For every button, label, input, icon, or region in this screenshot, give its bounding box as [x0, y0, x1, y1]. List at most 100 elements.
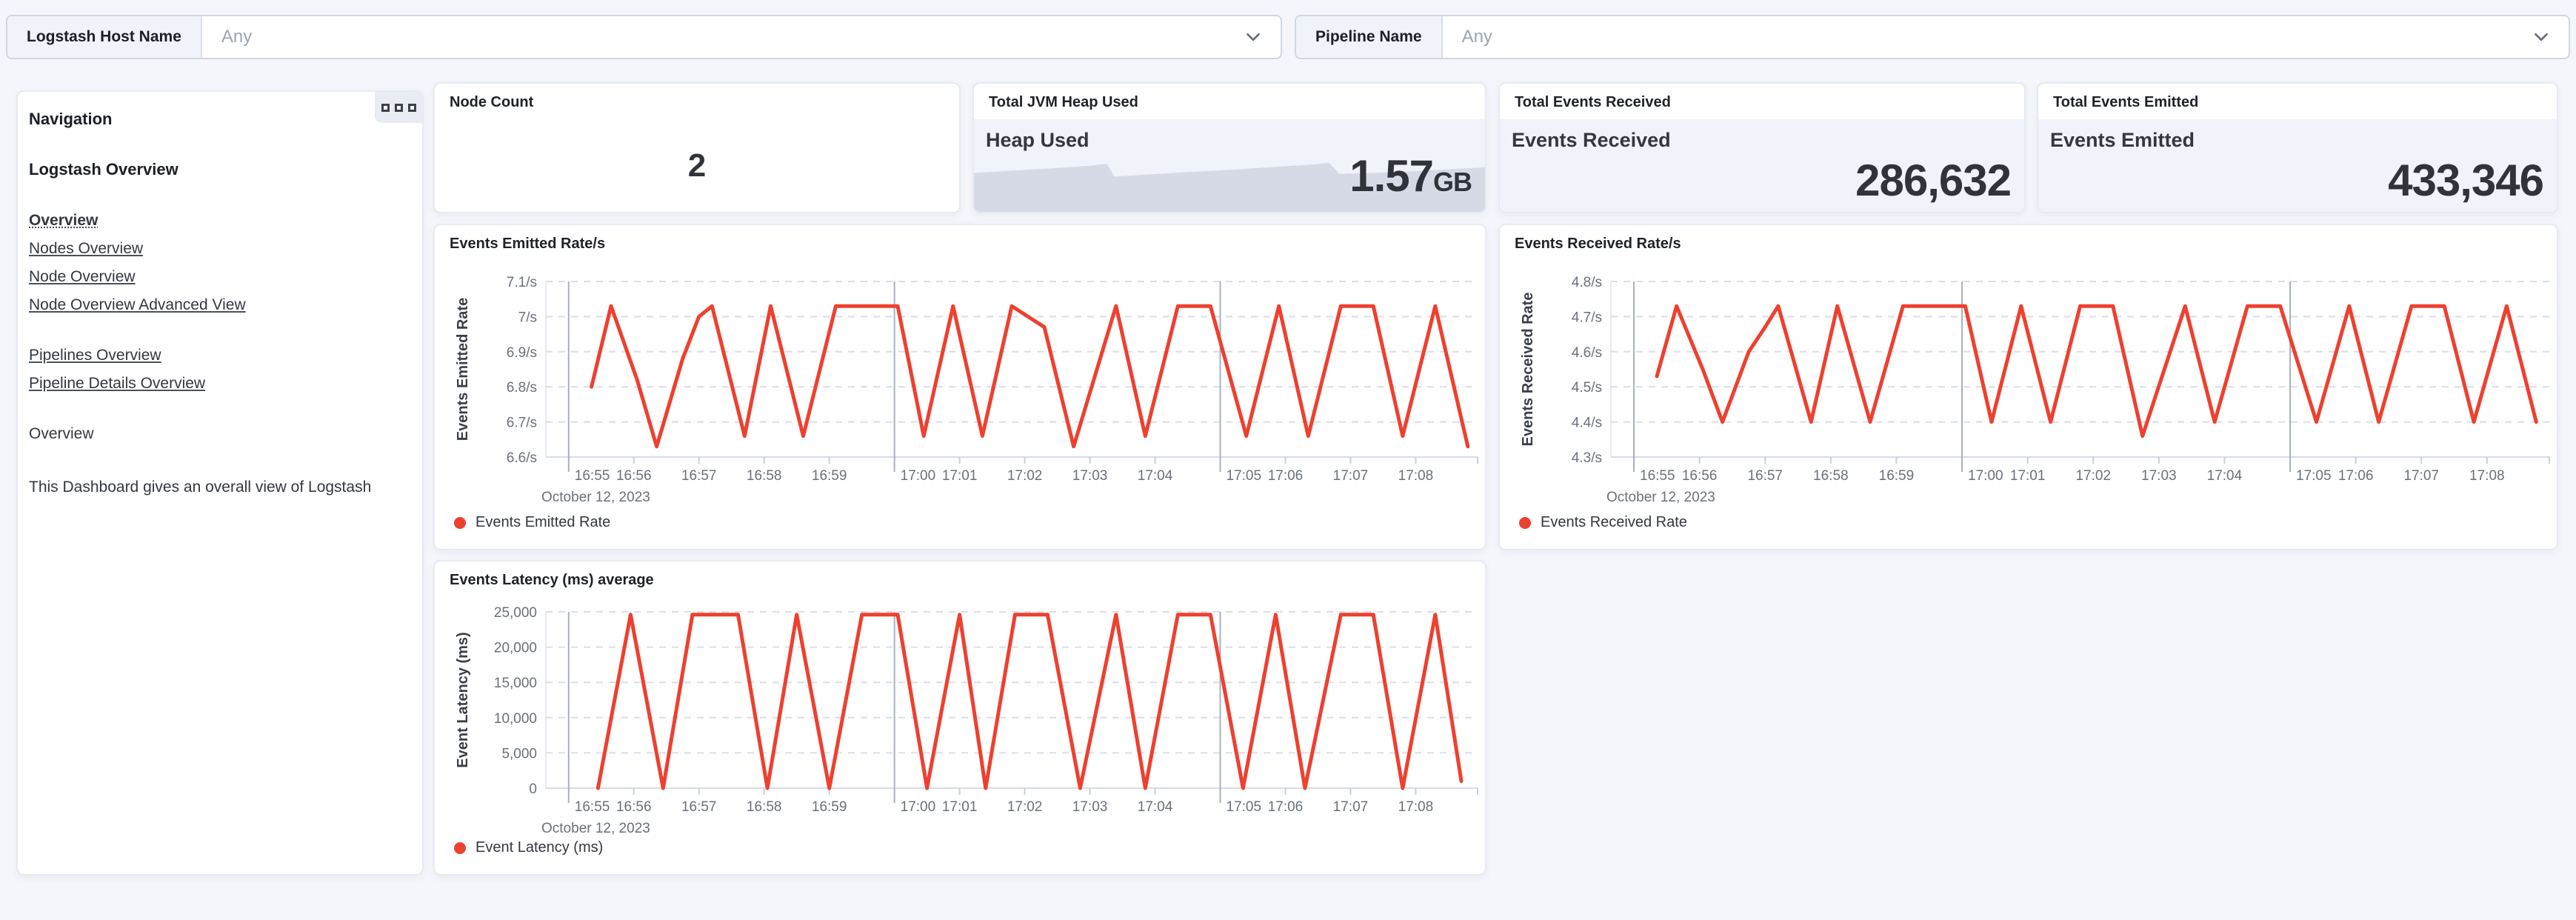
- svg-text:17:02: 17:02: [1007, 468, 1043, 484]
- nav-link-node-overview[interactable]: Node Overview: [29, 268, 136, 286]
- panel-title: Node Count: [450, 94, 534, 110]
- nav-link-overview[interactable]: Overview: [29, 212, 98, 230]
- svg-text:17:08: 17:08: [2469, 468, 2505, 484]
- panel-title: Events Emitted Rate/s: [450, 236, 606, 252]
- events-latency-chart-panel: Events Latency (ms) average 25,000 20,000…: [433, 560, 1486, 876]
- nav-link-pipelines-overview[interactable]: Pipelines Overview: [29, 347, 161, 364]
- events-emitted-rate-chart-panel: Events Emitted Rate/s 7.1/s 7/s 6.9/s 6.8/s…: [433, 224, 1486, 550]
- nav-section-title: Logstash Overview: [29, 160, 178, 179]
- events-emitted-rate-chart[interactable]: 7.1/s 7/s 6.9/s 6.8/s 6.7/s 6.6/s 16:55 16:56 16…: [435, 225, 1485, 549]
- panel-title: Total Events Received: [1515, 94, 1671, 110]
- panel-title: Events Received Rate/s: [1515, 236, 1681, 252]
- events-received-rate-chart[interactable]: 4.8/s 4.7/s 4.6/s 4.5/s 4.4/s 4.3/s 16:55 16:56…: [1500, 225, 2557, 549]
- svg-text:17:02: 17:02: [2075, 468, 2111, 484]
- panel-title: Events Latency (ms) average: [450, 572, 654, 588]
- jvm-heap-metric: Heap Used 1.57GB: [974, 119, 1485, 212]
- svg-text:4.6/s: 4.6/s: [1572, 345, 1602, 361]
- svg-text:6.8/s: 6.8/s: [507, 380, 537, 396]
- svg-text:17:08: 17:08: [1398, 799, 1434, 815]
- legend-dot-icon: [454, 841, 466, 854]
- svg-text:17:05: 17:05: [1227, 799, 1262, 815]
- svg-text:16:55: 16:55: [575, 468, 610, 484]
- node-count-panel: Node Count 2: [433, 82, 961, 213]
- svg-text:16:57: 16:57: [681, 468, 717, 484]
- svg-text:17:04: 17:04: [1138, 468, 1173, 484]
- filter-label: Pipeline Name: [1296, 16, 1443, 58]
- svg-text:4.5/s: 4.5/s: [1572, 380, 1602, 396]
- legend-label: Events Received Rate: [1541, 514, 1687, 530]
- chevron-down-icon: [2530, 16, 2569, 58]
- svg-text:17:05: 17:05: [1227, 468, 1262, 484]
- svg-text:4.4/s: 4.4/s: [1572, 416, 1602, 431]
- jvm-heap-panel: Total JVM Heap Used Heap Used 1.57GB: [972, 82, 1486, 213]
- svg-text:17:02: 17:02: [1007, 799, 1043, 815]
- svg-text:17:06: 17:06: [1268, 468, 1304, 484]
- legend-item-event-latency[interactable]: Event Latency (ms): [454, 839, 603, 856]
- boxes-horizontal-icon: [381, 103, 390, 112]
- legend-label: Events Emitted Rate: [476, 514, 611, 530]
- panel-options-button[interactable]: [375, 92, 422, 123]
- svg-text:16:56: 16:56: [1682, 468, 1718, 484]
- svg-text:17:07: 17:07: [1333, 468, 1369, 484]
- svg-text:17:00: 17:00: [901, 799, 936, 815]
- heap-used-unit: GB: [1433, 167, 1472, 197]
- filter-pipeline-name[interactable]: Pipeline Name Any: [1295, 15, 2570, 59]
- svg-text:17:06: 17:06: [1268, 799, 1304, 815]
- events-received-value: 286,632: [1855, 156, 2012, 205]
- svg-text:7/s: 7/s: [518, 310, 537, 325]
- svg-text:4.8/s: 4.8/s: [1572, 275, 1602, 290]
- svg-text:16:56: 16:56: [616, 468, 652, 484]
- svg-text:10,000: 10,000: [494, 711, 537, 727]
- nav-description: This Dashboard gives an overall view of …: [29, 479, 372, 496]
- svg-text:16:58: 16:58: [1813, 468, 1849, 484]
- svg-text:7.1/s: 7.1/s: [507, 275, 537, 290]
- svg-text:6.6/s: 6.6/s: [507, 450, 537, 466]
- legend-item-events-received-rate[interactable]: Events Received Rate: [1519, 514, 1687, 531]
- svg-text:6.9/s: 6.9/s: [507, 345, 537, 361]
- svg-text:Event Latency (ms): Event Latency (ms): [455, 632, 471, 767]
- svg-text:0: 0: [529, 781, 537, 797]
- legend-dot-icon: [1519, 516, 1531, 529]
- svg-text:25,000: 25,000: [494, 605, 537, 621]
- svg-text:17:01: 17:01: [942, 468, 978, 484]
- legend-label: Event Latency (ms): [476, 839, 604, 856]
- events-received-panel: Total Events Received Events Received 28…: [1498, 82, 2026, 213]
- metric-label: Heap Used: [986, 129, 1090, 151]
- svg-text:16:59: 16:59: [812, 468, 847, 484]
- svg-text:October 12, 2023: October 12, 2023: [1606, 490, 1715, 505]
- svg-text:October 12, 2023: October 12, 2023: [541, 821, 650, 836]
- svg-text:Events Received Rate: Events Received Rate: [1520, 293, 1536, 447]
- panel-title: Total Events Emitted: [2053, 94, 2199, 110]
- legend-dot-icon: [454, 516, 466, 529]
- svg-text:17:08: 17:08: [1398, 468, 1434, 484]
- svg-text:16:59: 16:59: [1879, 468, 1915, 484]
- svg-text:5,000: 5,000: [501, 746, 537, 761]
- filter-value[interactable]: Any: [1443, 16, 2530, 58]
- chevron-down-icon: [1242, 16, 1281, 58]
- svg-text:17:03: 17:03: [2141, 468, 2177, 484]
- legend-item-events-emitted-rate[interactable]: Events Emitted Rate: [454, 514, 610, 531]
- node-count-value: 2: [687, 147, 707, 184]
- filter-value[interactable]: Any: [202, 16, 1242, 58]
- svg-text:17:01: 17:01: [942, 799, 978, 815]
- svg-text:17:07: 17:07: [2403, 468, 2439, 484]
- svg-text:17:04: 17:04: [1138, 799, 1173, 815]
- svg-text:4.3/s: 4.3/s: [1572, 450, 1602, 466]
- svg-text:16:55: 16:55: [1640, 468, 1675, 484]
- svg-text:17:00: 17:00: [901, 468, 936, 484]
- events-received-metric: Events Received 286,632: [1500, 119, 2024, 212]
- svg-text:16:58: 16:58: [747, 799, 782, 815]
- nav-link-node-overview-advanced-view[interactable]: Node Overview Advanced View: [29, 296, 246, 314]
- heap-used-value: 1.57GB: [1349, 151, 1472, 201]
- events-emitted-value: 433,346: [2388, 156, 2544, 205]
- events-latency-chart[interactable]: 25,000 20,000 15,000 10,000 5,000 0 16:55 16:56…: [435, 561, 1485, 874]
- svg-text:17:03: 17:03: [1072, 468, 1108, 484]
- filter-logstash-host-name[interactable]: Logstash Host Name Any: [6, 15, 1282, 59]
- nav-link-nodes-overview[interactable]: Nodes Overview: [29, 240, 143, 258]
- svg-text:17:07: 17:07: [1333, 799, 1369, 815]
- nav-link-pipeline-details-overview[interactable]: Pipeline Details Overview: [29, 375, 205, 393]
- navigation-panel: Navigation Logstash Overview Overview No…: [16, 90, 424, 876]
- svg-text:6.7/s: 6.7/s: [507, 416, 537, 431]
- events-emitted-metric: Events Emitted 433,346: [2038, 119, 2557, 212]
- nav-heading: Navigation: [29, 110, 113, 128]
